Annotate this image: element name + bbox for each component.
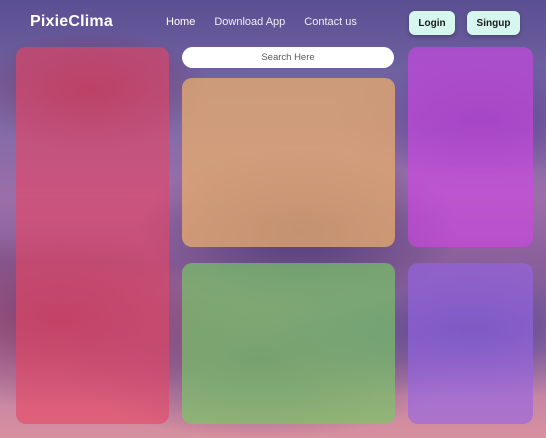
top-navbar: PixieClima Home Download App Contact us … bbox=[0, 0, 546, 46]
weather-card-center-bottom[interactable] bbox=[182, 263, 395, 424]
nav-link-download-app[interactable]: Download App bbox=[214, 16, 285, 28]
weather-card-right-top[interactable] bbox=[408, 47, 533, 247]
weather-card-right-bottom[interactable] bbox=[408, 263, 533, 424]
search-input[interactable] bbox=[182, 47, 394, 68]
main-nav: Home Download App Contact us bbox=[166, 16, 357, 28]
nav-link-contact-us[interactable]: Contact us bbox=[304, 16, 357, 28]
app-logo[interactable]: PixieClima bbox=[30, 13, 113, 31]
login-button[interactable]: Login bbox=[409, 11, 455, 35]
nav-link-home[interactable]: Home bbox=[166, 16, 195, 28]
weather-card-center-top[interactable] bbox=[182, 78, 395, 247]
weather-card-left-tall[interactable] bbox=[16, 47, 169, 424]
signup-button[interactable]: Singup bbox=[467, 11, 520, 35]
